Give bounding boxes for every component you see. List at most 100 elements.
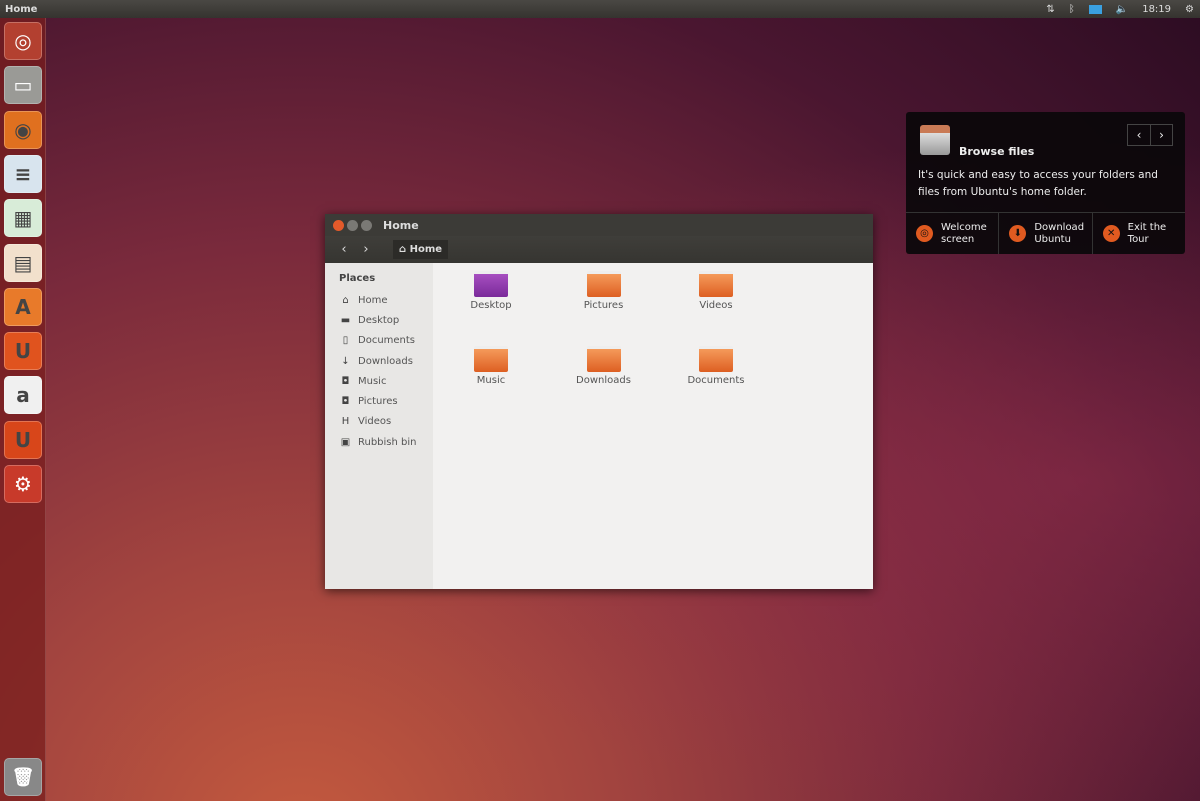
dash-icon: ◎	[14, 29, 32, 53]
system-settings-icon: ⚙	[14, 472, 32, 496]
window-titlebar[interactable]: Home	[325, 214, 873, 236]
clock[interactable]: 18:19	[1142, 4, 1171, 15]
sidebar-item-label: Desktop	[358, 314, 400, 326]
gear-icon[interactable]: ⚙	[1185, 4, 1194, 15]
minimize-button[interactable]	[347, 219, 358, 231]
places-heading: Places	[339, 273, 376, 284]
maximize-button[interactable]	[361, 219, 372, 231]
launcher-amazon[interactable]: a	[4, 376, 42, 415]
tour-button-download[interactable]: ⬇ Download Ubuntu	[998, 213, 1091, 254]
sidebar-item-music[interactable]: ◘ Music	[339, 371, 433, 391]
button-label: Exit the	[1127, 221, 1167, 233]
file-manager-window: Home ‹ › ⌂ Home Places ⌂ Home ▬ Desktop ▯ Doc…	[325, 214, 873, 589]
music-icon: ◘	[341, 375, 350, 387]
document-icon: ▯	[342, 335, 349, 347]
previous-button[interactable]: ‹	[1128, 125, 1150, 145]
sidebar-item-desktop[interactable]: ▬ Desktop	[339, 310, 433, 330]
tour-button-close[interactable]: ✕ Exit the Tour	[1091, 213, 1185, 254]
folder-label: Downloads	[576, 375, 631, 386]
launcher-software-center[interactable]: A	[4, 287, 42, 326]
sidebar-item-label: Music	[358, 375, 387, 387]
file-grid: Desktop Pictures Videos Music Downloads Docum…	[433, 263, 873, 589]
folder-icon	[699, 346, 733, 372]
launcher-ubuntu-one[interactable]: U	[4, 332, 42, 371]
launcher-calc[interactable]: ▦	[4, 199, 42, 238]
launcher-ubuntu-one-music[interactable]: U	[4, 420, 42, 459]
folder-documents[interactable]: Documents	[671, 338, 761, 386]
button-label: Download	[1034, 221, 1085, 233]
ubuntu-one-music-icon: U	[14, 427, 32, 452]
tour-popup: ‹ › Browse files It's quick and easy to a…	[906, 112, 1185, 254]
launcher-files[interactable]: ▭	[4, 66, 42, 105]
file-cabinet-icon	[920, 125, 950, 155]
volume-icon[interactable]: 🔈	[1116, 4, 1128, 15]
folder-label: Documents	[687, 375, 745, 386]
calc-icon: ▦	[13, 206, 33, 231]
launcher-writer[interactable]: ≡	[4, 154, 42, 193]
amazon-icon: a	[16, 383, 30, 408]
video-icon: H	[341, 416, 350, 428]
launcher-impress[interactable]: ▤	[4, 243, 42, 282]
software-center-icon: A	[15, 294, 31, 319]
active-window-title: Home	[5, 3, 38, 15]
folder-label: Music	[476, 375, 506, 386]
tour-button-ubuntu[interactable]: ◎ Welcome screen	[906, 213, 998, 254]
folder-music[interactable]: Music	[446, 338, 536, 386]
next-button[interactable]: ›	[1150, 125, 1172, 145]
ubuntu-one-icon: U	[14, 339, 32, 364]
button-label: Tour	[1127, 233, 1149, 245]
sidebar-item-documents[interactable]: ▯ Documents	[339, 331, 433, 351]
sidebar-item-videos[interactable]: H Videos	[339, 412, 433, 432]
ubuntu-icon: ◎	[916, 225, 933, 242]
launcher-system-settings[interactable]: ⚙	[4, 465, 42, 503]
button-label: screen	[941, 233, 975, 245]
sidebar: Places ⌂ Home ▬ Desktop ▯ Documents ↓ Downloads…	[325, 263, 433, 589]
sidebar-item-home[interactable]: ⌂ Home	[339, 290, 433, 310]
launcher-firefox[interactable]: ◉	[4, 110, 42, 149]
folder-downloads[interactable]: Downloads	[559, 338, 649, 386]
files-icon: ▭	[13, 73, 33, 98]
sidebar-item-label: Documents	[358, 335, 416, 347]
sidebar-item-label: Home	[358, 294, 388, 306]
folder-pictures[interactable]: Pictures	[559, 263, 649, 311]
impress-icon: ▤	[13, 250, 33, 275]
folder-desktop[interactable]: Desktop	[446, 263, 536, 311]
sidebar-item-label: Downloads	[358, 355, 413, 367]
download-icon: ⬇	[1009, 225, 1027, 242]
sidebar-item-label: Rubbish bin	[358, 436, 417, 448]
firefox-icon: ◉	[14, 117, 32, 142]
close-icon: ✕	[1102, 225, 1120, 242]
forward-button[interactable]: ›	[355, 242, 377, 257]
home-icon: ⌂	[342, 294, 349, 306]
bluetooth-icon[interactable]: ᛒ	[1069, 4, 1075, 15]
home-icon: ⌂	[399, 244, 410, 255]
window-title: Home	[383, 218, 419, 232]
launcher: ◎ ▭ ◉ ≡ ▦ ▤ A Ua U ⚙ 🗑	[0, 18, 46, 801]
folder-label: Pictures	[583, 300, 624, 311]
launcher-dash[interactable]: ◎	[4, 22, 42, 60]
trash-icon: ▣	[340, 436, 351, 448]
sidebar-item-pictures[interactable]: ◘ Pictures	[339, 391, 433, 411]
folder-label: Videos	[699, 300, 733, 311]
folder-icon	[586, 271, 621, 297]
mail-icon[interactable]	[1088, 4, 1102, 14]
desktop-icon: ▬	[340, 314, 351, 326]
sidebar-item-label: Videos	[358, 416, 392, 428]
launcher-trash[interactable]: 🗑	[4, 758, 42, 796]
sidebar-item-downloads[interactable]: ↓ Downloads	[339, 351, 433, 371]
network-icon[interactable]: ⇅	[1046, 4, 1054, 15]
folder-icon	[474, 346, 508, 372]
folder-icon	[586, 346, 621, 372]
tour-text: It's quick and easy to access your folde…	[918, 169, 1158, 198]
trash-icon: 🗑	[11, 766, 35, 788]
folder-icon	[699, 271, 733, 297]
close-button[interactable]	[333, 219, 344, 231]
back-button[interactable]: ‹	[333, 242, 355, 257]
top-panel: Home ⇅ ᛒ 🔈 18:19 ⚙	[0, 0, 1200, 18]
folder-videos[interactable]: Videos	[671, 263, 761, 311]
breadcrumb-home[interactable]: ⌂ Home	[393, 240, 449, 259]
folder-icon	[474, 271, 508, 297]
camera-icon: ◘	[341, 396, 350, 408]
sidebar-item-rubbish-bin[interactable]: ▣ Rubbish bin	[339, 432, 433, 452]
toolbar: ‹ › ⌂ Home	[325, 236, 873, 263]
